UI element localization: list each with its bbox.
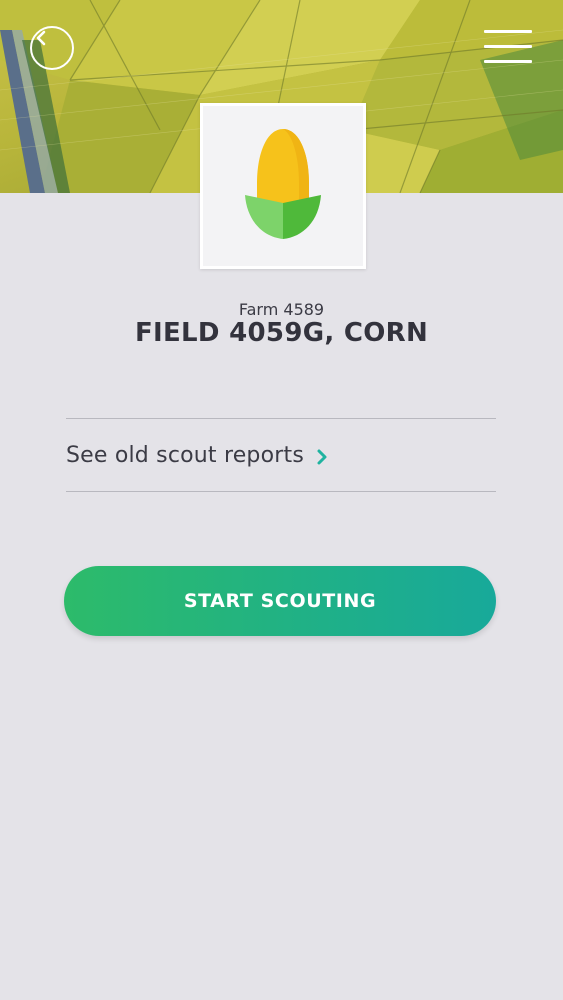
divider-bottom [66,491,496,492]
farm-name: Farm 4589 [238,300,325,319]
corn-icon [245,129,321,239]
menu-button[interactable] [484,30,532,64]
field-detail-screen: Farm 4589 FIELD 4059G, CORN See old scou… [0,0,563,1000]
old-scout-reports-label: See old scout reports [66,442,304,468]
chevron-left-icon [36,30,46,46]
chevron-right-icon [317,449,327,465]
hamburger-menu-icon [484,30,532,33]
crop-image-card [200,103,366,269]
field-title: FIELD 4059G, CORN [134,318,429,348]
back-button[interactable] [30,26,74,70]
start-scouting-button[interactable]: START SCOUTING [64,566,496,636]
start-scouting-label: START SCOUTING [183,590,377,612]
old-scout-reports-link[interactable]: See old scout reports [66,419,496,491]
